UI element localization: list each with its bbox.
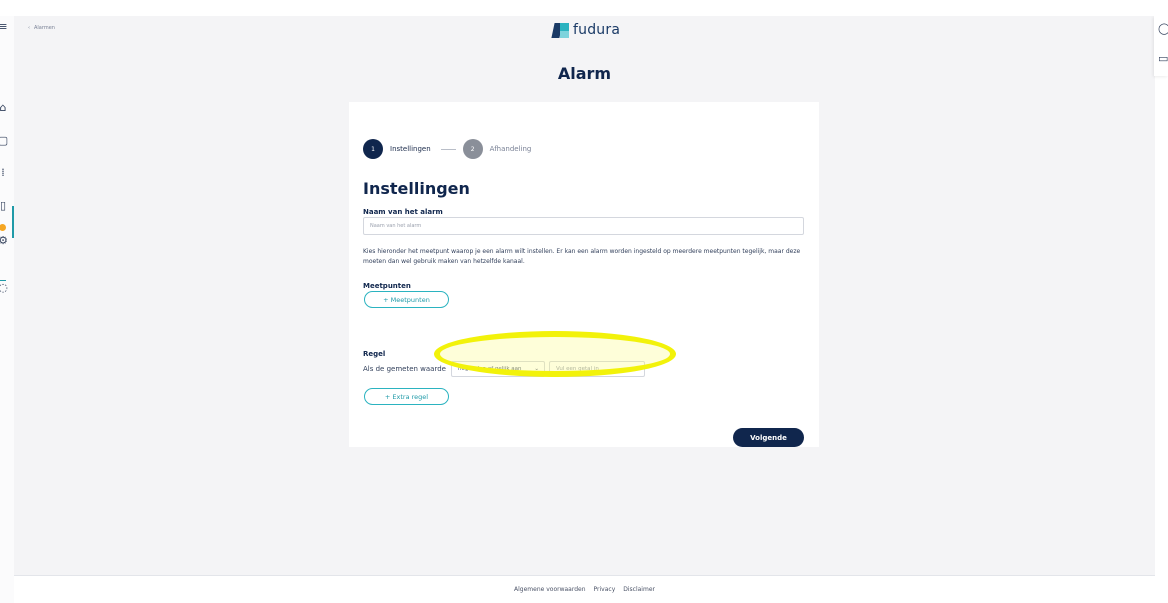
step-connector	[440, 148, 456, 150]
step-2-badge[interactable]: 2	[462, 139, 483, 159]
breadcrumb-label: Alarmen	[34, 25, 55, 31]
step-2-label: Afhandeling	[489, 145, 532, 153]
menu-icon[interactable]: ≡	[0, 20, 10, 34]
add-extra-rule-button[interactable]: + Extra regel	[364, 388, 449, 405]
next-button[interactable]: Volgende	[733, 428, 804, 447]
step-1-label: Instellingen	[390, 145, 431, 153]
right-panel: ◯ ▭	[1154, 16, 1168, 603]
grid-icon[interactable]: ⁞	[0, 166, 10, 180]
brand-name: fudura	[573, 22, 621, 38]
meetpunten-label: Meetpunten	[363, 282, 411, 290]
add-meetpunten-button[interactable]: + Meetpunten	[364, 291, 449, 308]
footer-link-disclaimer[interactable]: Disclaimer	[623, 586, 655, 593]
sidebar: ≡ ⌂ ▢ ⁞ ▯ ⚙ ◌	[0, 16, 14, 603]
home-icon[interactable]: ⌂	[0, 101, 10, 115]
brand-logo[interactable]: fudura	[551, 21, 621, 39]
stepper: 1 Instellingen 2 Afhandeling	[363, 139, 531, 159]
settings-icon[interactable]: ⚙	[0, 234, 10, 248]
chat-icon[interactable]: ▭	[1158, 52, 1168, 65]
document-icon[interactable]: ▢	[0, 134, 10, 148]
help-icon[interactable]: ◌	[0, 281, 10, 295]
footer-link-terms[interactable]: Algemene voorwaarden	[514, 586, 586, 593]
notification-badge	[0, 224, 6, 231]
footer: Algemene voorwaarden Privacy Disclaimer	[14, 575, 1155, 603]
top-banner	[0, 0, 1168, 16]
breadcrumb[interactable]: ‹ Alarmen	[28, 25, 55, 31]
alarm-name-input[interactable]: Naam van het alarm	[363, 217, 804, 235]
rule-label: Regel	[363, 350, 386, 358]
form-card: 1 Instellingen 2 Afhandeling Instellinge…	[349, 102, 819, 447]
alarm-icon[interactable]: ▯	[0, 199, 10, 213]
description-text: Kies hieronder het meetpunt waarop je ee…	[363, 248, 801, 265]
rule-condition-text: Als de gemeten waarde	[363, 365, 446, 373]
help-circle-icon[interactable]: ◯	[1158, 22, 1168, 35]
step-1-badge[interactable]: 1	[363, 139, 383, 159]
footer-link-privacy[interactable]: Privacy	[594, 586, 616, 593]
highlight-annotation	[434, 331, 676, 377]
chevron-left-icon: ‹	[28, 25, 30, 31]
main-content: ‹ Alarmen fudura Alarm 1 Instellingen 2 A…	[14, 16, 1155, 603]
page-title: Alarm	[557, 64, 612, 83]
logo-mark-icon	[551, 22, 569, 38]
section-title: Instellingen	[363, 179, 470, 198]
right-toolbar: ◯ ▭	[1154, 16, 1168, 76]
name-label: Naam van het alarm	[363, 208, 443, 216]
